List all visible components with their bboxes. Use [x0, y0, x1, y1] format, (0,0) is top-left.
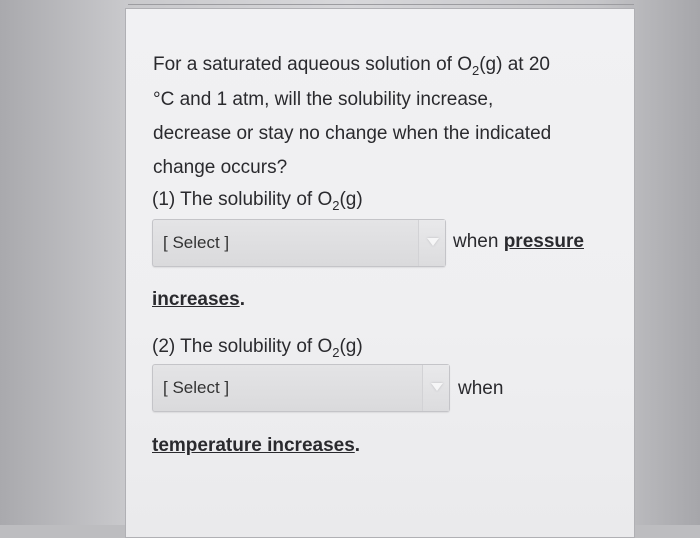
part-1-label-text: (1) The solubility of O	[152, 189, 333, 210]
question-text-start: For a saturated aqueous solution of O	[153, 54, 472, 75]
question-text-cont: (g) at 20	[479, 54, 550, 75]
part-2-emph-temperature: temperature increases	[152, 435, 355, 456]
part-1-continuation: increases.	[152, 289, 245, 311]
part-2-select[interactable]: [ Select ]	[152, 364, 450, 412]
question-subscript: 2	[471, 63, 480, 78]
part-2-period: .	[354, 435, 361, 456]
question-text: For a saturated aqueous solution of O2(g…	[153, 48, 603, 185]
part-2-label: (2) The solubility of O2(g)	[152, 336, 363, 360]
part-2-continuation: temperature increases.	[152, 435, 360, 457]
part-1-emph-pressure: pressure	[503, 231, 584, 252]
part-2-label-text: (2) The solubility of O	[152, 336, 333, 357]
part-1-emph-increases: increases	[152, 289, 240, 310]
part-1-select[interactable]: [ Select ]	[152, 219, 446, 267]
part-1-select-value: [ Select ]	[163, 233, 230, 252]
chevron-down-icon[interactable]	[418, 220, 445, 266]
part-2-when: when	[458, 378, 504, 399]
question-line-3: decrease or stay no change when the indi…	[153, 123, 552, 144]
card-top-border	[128, 4, 634, 5]
part-2-subscript: 2	[332, 345, 340, 360]
part-1-label-end: (g)	[339, 189, 363, 210]
part-1-period: .	[239, 289, 245, 310]
part-2-after-text: when	[458, 378, 503, 400]
part-1-label: (1) The solubility of O2(g)	[152, 189, 363, 213]
question-line-2: °C and 1 atm, will the solubility increa…	[153, 89, 494, 110]
part-2-select-value: [ Select ]	[163, 378, 230, 397]
part-1-after-text: when pressure	[453, 231, 584, 253]
question-line-4: change occurs?	[153, 157, 288, 178]
part-1-when: when	[453, 231, 499, 252]
part-2-label-end: (g)	[339, 336, 363, 357]
part-1-subscript: 2	[332, 198, 340, 213]
chevron-down-icon[interactable]	[422, 365, 449, 411]
